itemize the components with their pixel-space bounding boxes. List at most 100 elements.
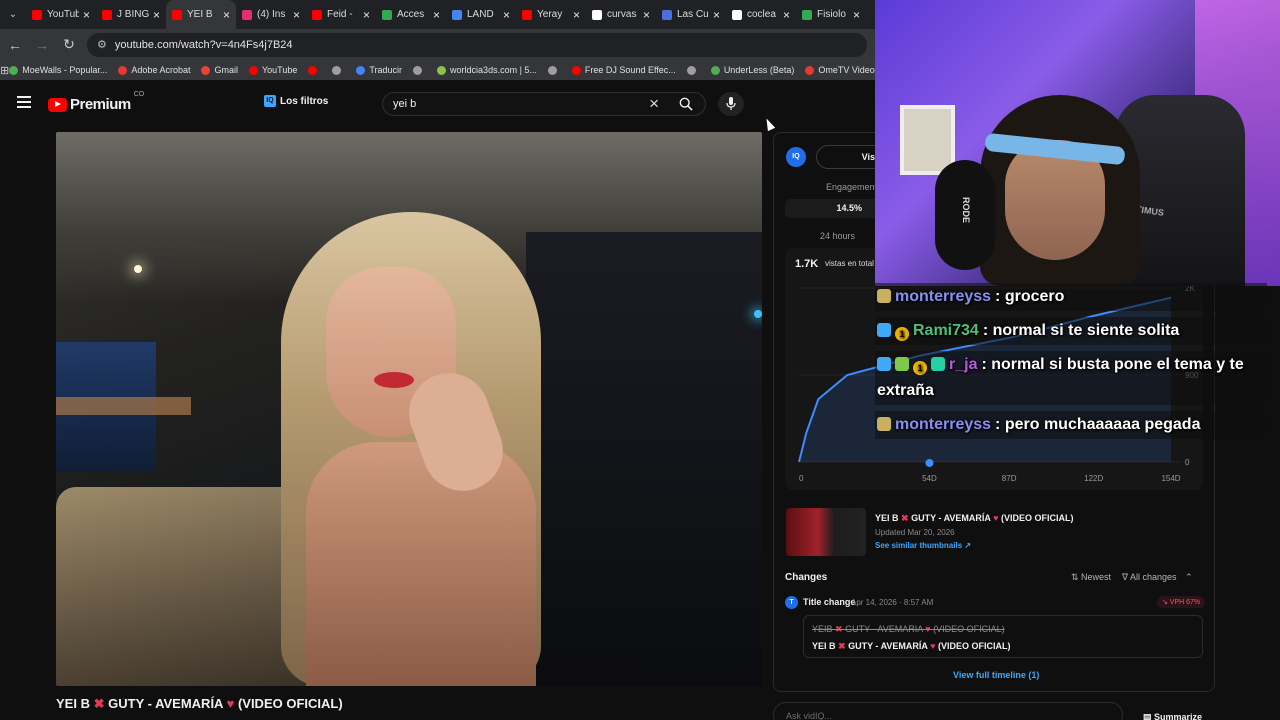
chat-username: r_ja [949, 356, 978, 373]
menu-icon[interactable] [17, 96, 31, 108]
new-title-song: GUTY - AVEMARÍA [848, 641, 928, 651]
tab-close-icon[interactable]: × [433, 8, 440, 22]
title-change-date: Apr 14, 2026 · 8:57 AM [851, 598, 934, 607]
all-changes-filter[interactable]: ∇ All changes ⌃ [1122, 572, 1193, 583]
similar-thumbnails-link[interactable]: See similar thumbnails ↗ [875, 541, 971, 550]
num-badge-icon: 1 [895, 327, 909, 341]
tab-favicon-icon [172, 9, 182, 20]
chat-message: monterreyss: grocero [875, 283, 1267, 311]
tab-close-icon[interactable]: × [83, 8, 90, 22]
tab-close-icon[interactable]: × [363, 8, 370, 22]
tab-close-icon[interactable]: × [573, 8, 580, 22]
chart-x-tick-label: 154D [1161, 474, 1180, 483]
browser-tab[interactable]: J BING × [96, 0, 166, 29]
bookmark-item[interactable] [413, 65, 426, 75]
browser-tab[interactable]: YEI B × [166, 0, 236, 29]
tab-title: Feid - [327, 9, 353, 20]
tab-close-icon[interactable]: × [293, 8, 300, 22]
summarize-button[interactable]: ▤ Summarize [1143, 712, 1202, 720]
search-input[interactable]: yei b × [382, 92, 706, 116]
logo-text: Premium [70, 96, 131, 113]
bookmark-item[interactable]: MoeWalls - Popular... [9, 65, 107, 75]
browser-tab[interactable]: coclea × [726, 0, 796, 29]
tab-close-icon[interactable]: × [783, 8, 790, 22]
site-info-icon[interactable]: ⚙ [97, 38, 107, 51]
browser-tab[interactable]: Fisiolo × [796, 0, 866, 29]
apps-grid-icon[interactable]: ⊞ [0, 64, 9, 77]
browser-tab[interactable]: LAND × [446, 0, 516, 29]
youtube-premium-logo[interactable]: Premium CO [48, 91, 144, 113]
video-title-artist: YEI B [56, 696, 90, 711]
clear-search-icon[interactable]: × [649, 94, 659, 114]
video-scene-wall [526, 232, 762, 686]
bookmark-favicon-icon [710, 65, 720, 75]
video-player[interactable] [56, 132, 762, 686]
tab-title: Fisiolo [817, 9, 846, 20]
tab-close-icon[interactable]: × [503, 8, 510, 22]
bookmark-label: YouTube [261, 65, 298, 75]
tab-title: curvas [607, 9, 637, 20]
tab-close-icon[interactable]: × [643, 8, 650, 22]
chart-y-tick-label: 0 [1185, 458, 1190, 467]
chevron-up-icon[interactable]: ⌃ [1185, 572, 1193, 582]
bookmark-favicon-icon [118, 65, 128, 75]
video-thumbnail[interactable] [786, 508, 866, 556]
reload-icon[interactable]: ↻ [57, 36, 81, 53]
browser-tab[interactable]: curvas × [586, 0, 656, 29]
bookmark-item[interactable]: Gmail [201, 65, 238, 75]
chart-event-marker[interactable] [925, 459, 934, 467]
tab-close-icon[interactable]: × [153, 8, 160, 22]
bookmark-item[interactable]: Free DJ Sound Effec... [571, 65, 676, 75]
tab-close-icon[interactable]: × [713, 8, 720, 22]
total-views-value: 1.7K [795, 258, 819, 270]
browser-tab[interactable]: Acces × [376, 0, 446, 29]
tab-favicon-icon [312, 9, 322, 20]
vidiq-logo-icon: IQ [786, 147, 806, 167]
back-icon[interactable]: ← [3, 37, 27, 53]
bookmark-favicon-icon [248, 65, 258, 75]
bookmark-favicon-icon [437, 65, 447, 75]
browser-tab[interactable]: YouTube × [26, 0, 96, 29]
browser-tab[interactable]: Las Cu × [656, 0, 726, 29]
bookmark-favicon-icon [9, 65, 19, 75]
forward-icon[interactable]: → [30, 37, 54, 53]
filters-button[interactable]: IQ Los filtros [264, 95, 328, 107]
tab-search-icon[interactable]: ⌄ [0, 9, 26, 20]
bookmark-item[interactable] [332, 65, 345, 75]
bookmark-item[interactable]: Adobe Acrobat [118, 65, 190, 75]
tab-close-icon[interactable]: × [223, 8, 230, 22]
bookmark-item[interactable] [308, 65, 321, 75]
ask-vidiq-input[interactable]: Ask vidIQ... [773, 702, 1123, 720]
url-field[interactable]: ⚙ youtube.com/watch?v=4n4Fs4j7B24 [87, 32, 867, 57]
bookmark-item[interactable]: worldcia3ds.com | 5... [437, 65, 537, 75]
browser-tab[interactable]: Yeray × [516, 0, 586, 29]
cross-mark-icon: ✖ [901, 513, 909, 523]
video-title: YEI B ✖ GUTY - AVEMARÍA ♥ (VIDEO OFICIAL… [56, 696, 343, 712]
chat-message: monterreyss: pero muchaaaaaa pegada [875, 411, 1267, 439]
browser-tab[interactable]: (4) Ins × [236, 0, 306, 29]
bookmark-item[interactable]: Traducir [356, 65, 402, 75]
tab-title: Acces [397, 9, 425, 20]
summarize-icon: ▤ [1143, 712, 1152, 720]
youtube-header: Premium CO IQ Los filtros yei b × [0, 80, 880, 128]
tab-favicon-icon [382, 9, 392, 20]
period-selector[interactable]: 24 hours [820, 231, 855, 241]
search-icon[interactable] [679, 97, 693, 111]
bookmark-item[interactable]: YouTube [248, 65, 298, 75]
browser-tab[interactable]: Feid - × [306, 0, 376, 29]
bookmark-item[interactable]: UnderLess (Beta) [710, 65, 794, 75]
tab-favicon-icon [32, 9, 42, 20]
tab-favicon-icon [242, 9, 252, 20]
bookmark-item[interactable] [686, 65, 700, 75]
new-title-suffix: (VIDEO OFICIAL) [937, 641, 1011, 651]
browser-tab-strip: ⌄ YouTube×J BING×YEI B×(4) Ins×Feid -×Ac… [0, 0, 880, 29]
sort-newest-button[interactable]: ⇅ Newest [1071, 572, 1111, 583]
bookmark-favicon-icon [686, 65, 696, 75]
bookmark-item[interactable] [547, 65, 561, 75]
youtube-play-icon [48, 97, 67, 112]
tab-close-icon[interactable]: × [853, 8, 860, 22]
bookmark-favicon-icon [332, 65, 342, 75]
voice-search-icon[interactable] [718, 92, 744, 116]
view-full-timeline-link[interactable]: View full timeline (1) [953, 670, 1039, 680]
filter-icon: IQ [264, 95, 276, 107]
